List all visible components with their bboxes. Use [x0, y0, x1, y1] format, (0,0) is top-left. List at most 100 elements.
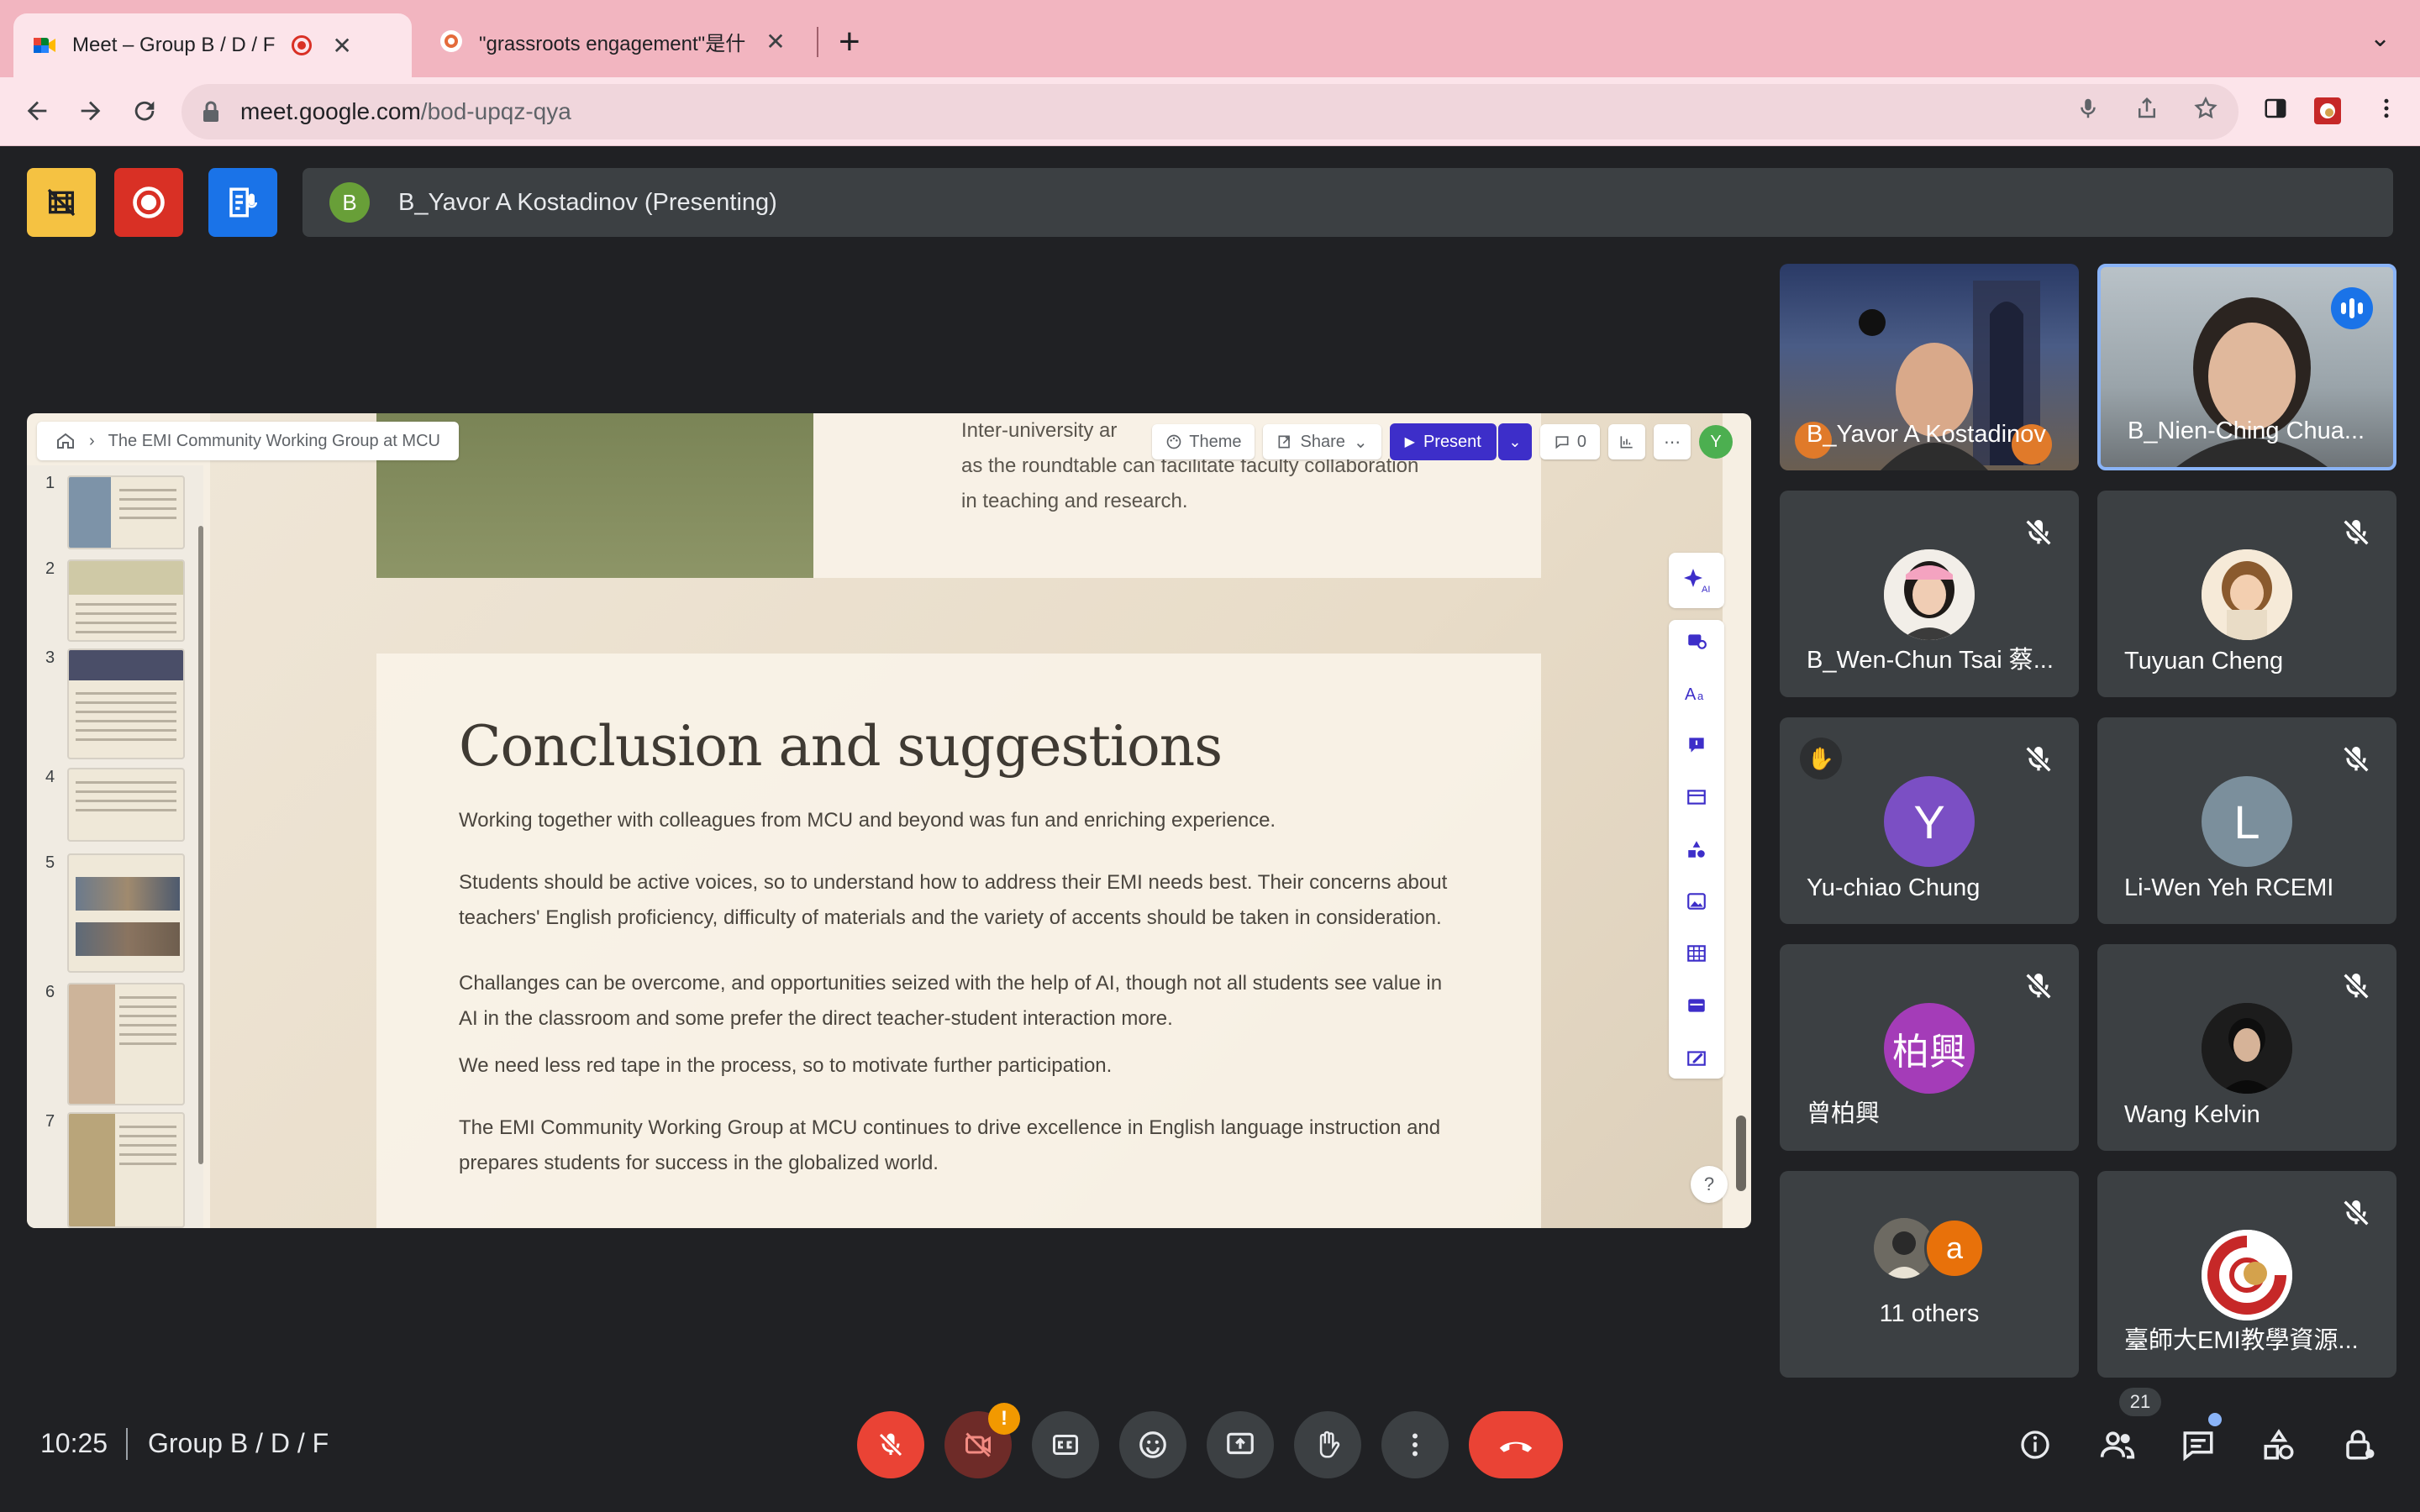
share-label: Share: [1300, 432, 1345, 451]
info-icon: [2021, 1431, 2049, 1459]
present-options-chevron-icon[interactable]: ⌄: [1497, 423, 1532, 460]
slide-thumbnail[interactable]: [67, 648, 185, 759]
transcript-icon: [229, 187, 258, 218]
participant-tile[interactable]: Wang Kelvin: [2097, 944, 2396, 1151]
side-panel-icon[interactable]: [2259, 96, 2292, 121]
host-controls-button[interactable]: [2334, 1421, 2385, 1468]
slide-thumbnail[interactable]: [67, 475, 185, 549]
layout-icon[interactable]: [1684, 628, 1709, 654]
slide-thumbnail[interactable]: [67, 768, 185, 842]
close-tab-icon[interactable]: ✕: [765, 28, 785, 55]
participant-tile[interactable]: 柏興 曾柏興: [1780, 944, 2079, 1151]
slide-thumbnail[interactable]: [67, 853, 185, 973]
participant-photo: [1884, 549, 1975, 640]
svg-text:a: a: [1697, 690, 1704, 702]
participant-name: B_Yavor A Kostadinov: [1807, 421, 2046, 448]
microphone-toggle-button[interactable]: [857, 1411, 924, 1478]
home-icon[interactable]: [55, 431, 76, 451]
slide-paragraph: Working together with colleagues from MC…: [459, 809, 1276, 832]
sparkle-ai-icon: AI: [1684, 569, 1710, 595]
palette-icon: [1166, 434, 1181, 449]
shapes-icon[interactable]: [1684, 837, 1709, 862]
mic-off-icon: [2343, 973, 2370, 1000]
image-icon[interactable]: [1684, 889, 1709, 914]
activities-button[interactable]: [2254, 1421, 2304, 1468]
transcript-button[interactable]: [208, 168, 277, 237]
raise-hand-button[interactable]: [1294, 1411, 1361, 1478]
present-now-button[interactable]: [1207, 1411, 1274, 1478]
comments-button[interactable]: 0: [1539, 424, 1600, 459]
participant-name: B_Wen-Chun Tsai 蔡...: [1807, 647, 2054, 674]
present-button[interactable]: ▶ Present: [1389, 423, 1497, 460]
analytics-button[interactable]: [1608, 424, 1645, 459]
participant-tile-active-speaker[interactable]: B_Nien-Ching Chua...: [2097, 264, 2396, 470]
presenting-banner[interactable]: B B_Yavor A Kostadinov (Presenting): [302, 168, 2393, 237]
close-tab-icon[interactable]: ✕: [332, 32, 351, 60]
reactions-button[interactable]: [1119, 1411, 1186, 1478]
mic-off-icon: [2025, 519, 2052, 546]
video-icon[interactable]: [1684, 941, 1709, 966]
tab-meet[interactable]: Meet – Group B / D / F ✕: [13, 13, 412, 77]
participant-tile[interactable]: ✋ Y Yu-chiao Chung: [1780, 717, 2079, 924]
reload-icon[interactable]: [121, 87, 168, 134]
recording-button[interactable]: [114, 168, 183, 237]
embed-icon[interactable]: [1684, 993, 1709, 1018]
edit-signature-icon[interactable]: [1684, 1045, 1709, 1070]
captions-button[interactable]: [1032, 1411, 1099, 1478]
ai-chat-icon: [440, 30, 462, 52]
participant-tile[interactable]: B_Yavor A Kostadinov: [1780, 264, 2079, 470]
google-meet-icon: [34, 38, 55, 53]
participant-name: Li-Wen Yeh RCEMI: [2124, 874, 2334, 901]
tab-search[interactable]: "grassroots engagement"是什 ✕: [420, 12, 812, 71]
ai-assist-button[interactable]: AI: [1669, 553, 1724, 608]
camera-toggle-button[interactable]: !: [944, 1403, 1020, 1478]
share-button[interactable]: Share ⌄: [1263, 424, 1381, 459]
tab-search-chevron-icon[interactable]: ⌄: [2370, 24, 2391, 53]
meeting-clock: 10:25: [40, 1428, 108, 1458]
table-icon[interactable]: [1684, 785, 1709, 810]
browser-tab-strip: Meet – Group B / D / F ✕ "grassroots eng…: [0, 0, 2420, 77]
theme-button[interactable]: Theme: [1152, 424, 1255, 459]
meeting-details-button[interactable]: [2010, 1421, 2060, 1468]
new-tab-icon[interactable]: +: [839, 18, 860, 66]
breadcrumb[interactable]: › The EMI Community Working Group at MCU: [37, 422, 459, 460]
more-horizontal-icon: ⋯: [1664, 433, 1681, 452]
participant-tile[interactable]: L Li-Wen Yeh RCEMI: [2097, 717, 2396, 924]
participant-tile[interactable]: B_Wen-Chun Tsai 蔡...: [1780, 491, 2079, 697]
slide-scrollbar[interactable]: [1736, 1116, 1746, 1191]
others-count-label: 11 others: [1879, 1300, 1980, 1327]
leave-call-button[interactable]: [1469, 1411, 1563, 1478]
slide-thumbnail[interactable]: [67, 559, 185, 642]
no-visual-effects-button[interactable]: [27, 168, 96, 237]
others-tile[interactable]: a 11 others: [1780, 1171, 2079, 1378]
slide-thumbnail[interactable]: [67, 1112, 185, 1228]
participant-tile[interactable]: Tuyuan Cheng: [2097, 491, 2396, 697]
people-button[interactable]: [2092, 1421, 2143, 1468]
thumbnail-number: 3: [45, 648, 55, 667]
callout-icon[interactable]: [1684, 732, 1709, 758]
thumbnail-scrollbar[interactable]: [198, 526, 203, 1164]
microphone-icon[interactable]: [2075, 96, 2101, 121]
user-avatar[interactable]: Y: [1699, 425, 1733, 459]
slide-thumbnail[interactable]: [67, 983, 185, 1105]
film-off-icon: [47, 188, 76, 217]
address-bar[interactable]: meet.google.com/bod-upqz-qya: [182, 84, 2238, 139]
chat-button[interactable]: [2173, 1421, 2223, 1468]
emoji-icon: [1139, 1431, 1166, 1458]
shapes-activities-icon: [2264, 1429, 2294, 1460]
text-style-icon[interactable]: Aa: [1684, 680, 1709, 706]
slide-title: Conclusion and suggestions: [459, 714, 1223, 779]
thumbnail-number: 1: [45, 474, 55, 492]
record-icon: [133, 186, 165, 218]
more-options-button[interactable]: ⋯: [1654, 424, 1691, 459]
back-arrow-icon[interactable]: [13, 87, 60, 134]
extension-icon[interactable]: [2311, 96, 2344, 126]
browser-menu-icon[interactable]: [2370, 96, 2403, 121]
bookmark-star-icon[interactable]: [2193, 96, 2218, 121]
share-page-icon[interactable]: [2134, 96, 2160, 121]
forward-arrow-icon[interactable]: [67, 87, 114, 134]
participant-tile[interactable]: 臺師大EMI教學資源...: [2097, 1171, 2396, 1378]
more-options-button[interactable]: [1381, 1411, 1449, 1478]
help-button[interactable]: ?: [1691, 1166, 1728, 1203]
slide-thumbnail-panel: 1 2 3 4 5 6 7: [27, 465, 203, 1228]
